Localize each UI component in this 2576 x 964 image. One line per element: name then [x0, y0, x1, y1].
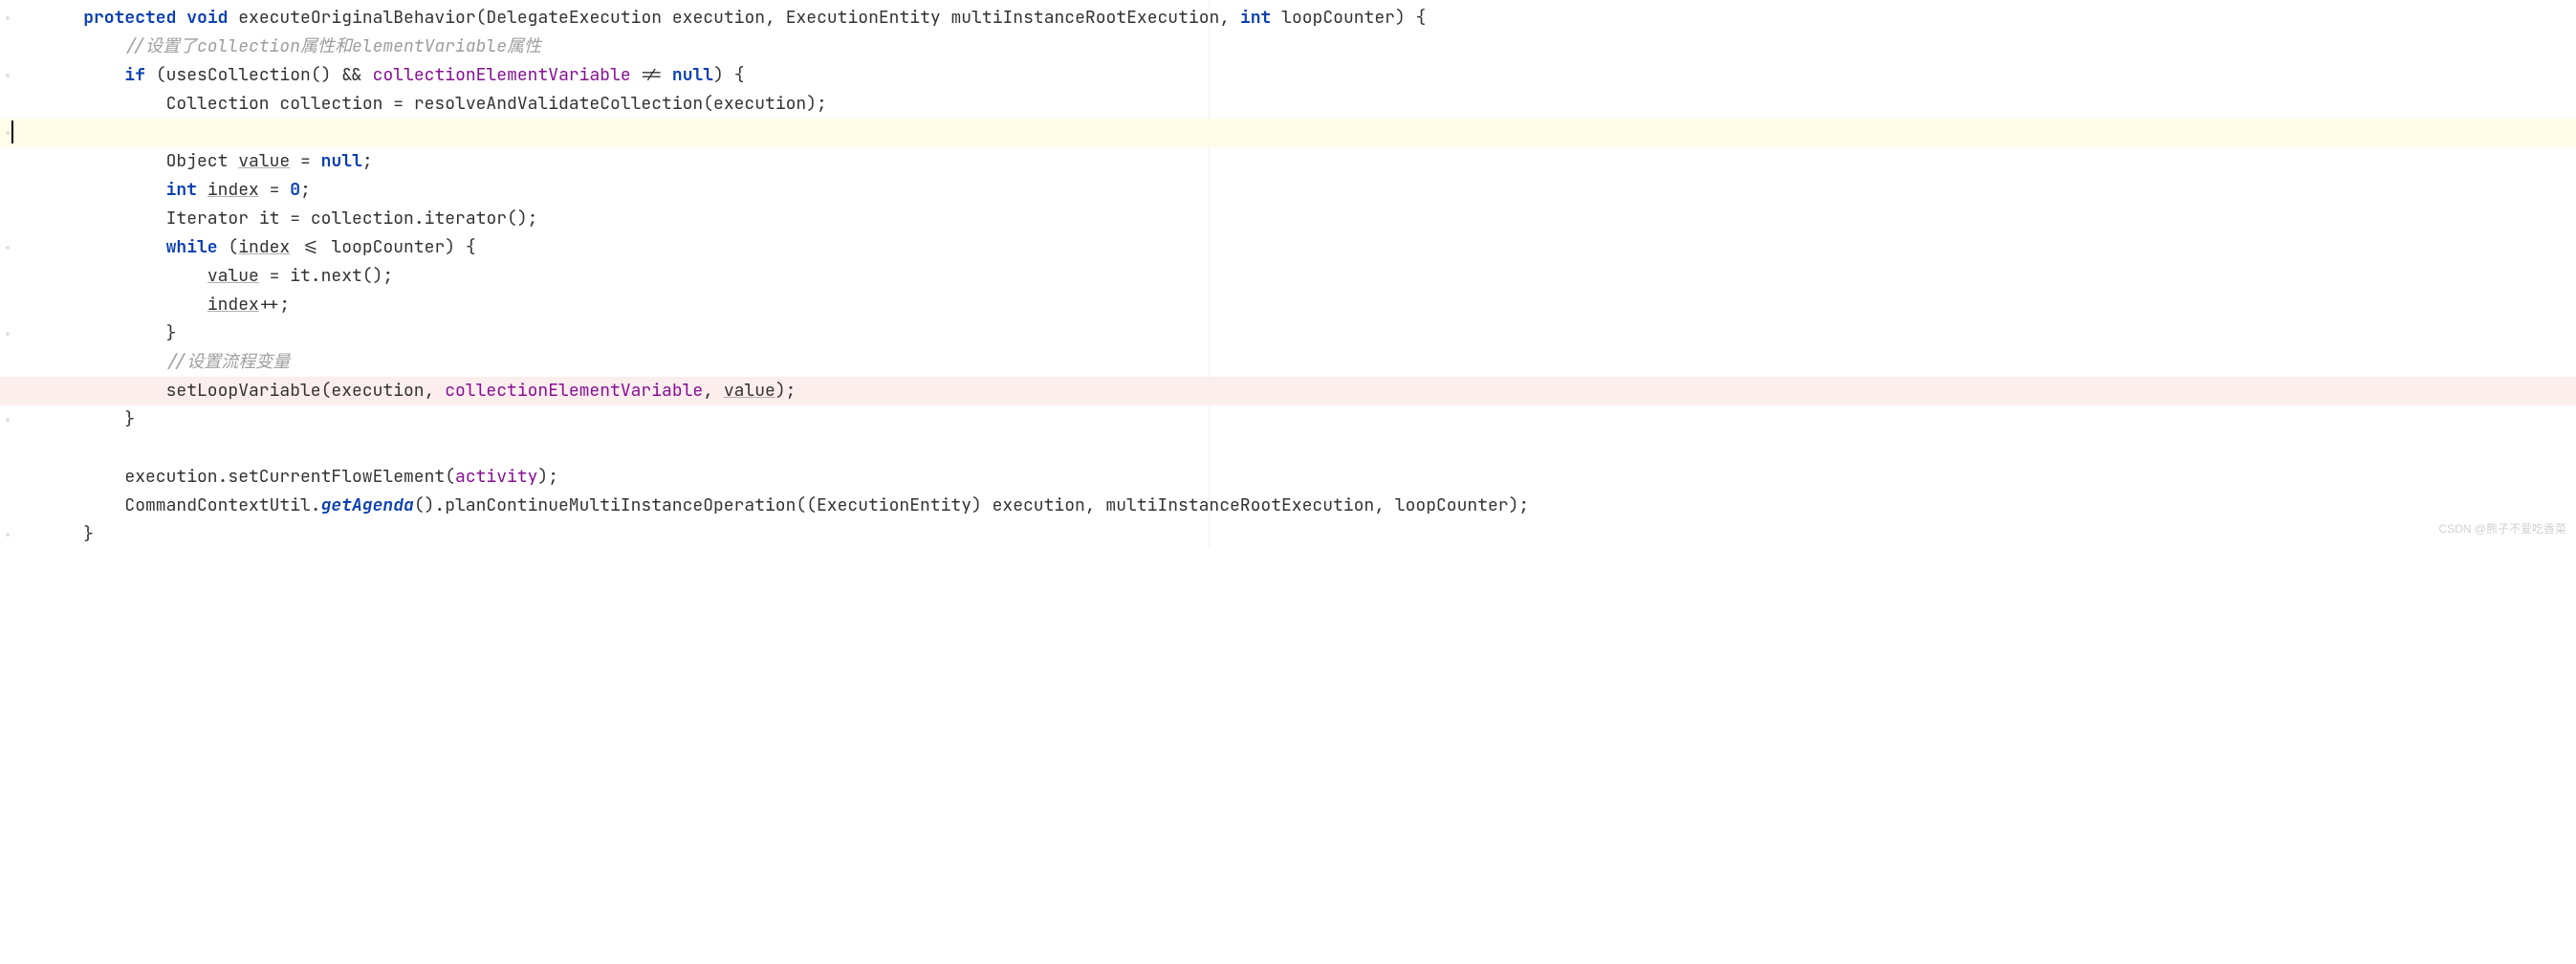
code-line-highlight: setLoopVariable(execution, collectionEle… — [0, 377, 2576, 405]
rest: <= loopCounter) { — [300, 236, 476, 258]
param-name: execution — [672, 7, 765, 29]
var-index: index — [207, 179, 259, 201]
gutter-marker — [6, 533, 10, 537]
brace: ) { — [713, 64, 744, 86]
code-line: //设置了collection属性和elementVariable属性 — [0, 33, 2576, 61]
field-collectionElementVariable: collectionElementVariable — [445, 380, 703, 402]
gutter-marker — [6, 74, 10, 77]
var-value: value — [238, 150, 290, 172]
type: Object — [166, 150, 229, 172]
semi: ; — [362, 150, 373, 172]
var-name: collection — [279, 93, 382, 115]
type: Iterator — [166, 208, 249, 230]
code-editor: protected void executeOriginalBehavior ( D… — [0, 0, 2576, 549]
gutter-marker — [6, 131, 10, 135]
code-line: } — [0, 520, 2576, 549]
keyword-void: void — [186, 7, 228, 29]
eq: = — [300, 150, 311, 172]
var-value: value — [724, 380, 775, 402]
code-line: Iterator it = collection.iterator(); — [0, 205, 2576, 233]
gutter-marker — [6, 418, 10, 422]
code-line: CommandContextUtil.getAgenda().planConti… — [0, 492, 2576, 520]
code-line: Object value = null; — [0, 147, 2576, 176]
var-index: index — [238, 236, 290, 258]
code-line: //设置流程变量 — [0, 348, 2576, 377]
open-paren: ( — [228, 236, 238, 258]
var-index: index — [207, 294, 259, 316]
field-activity: activity — [455, 466, 537, 488]
field-collectionElementVariable: collectionElementVariable — [373, 64, 631, 86]
code-line: if (usesCollection() && collectionElemen… — [0, 61, 2576, 90]
brace: } — [124, 408, 135, 430]
code-line: Collection collection = resolveAndValida… — [0, 90, 2576, 119]
param-name: loopCounter — [1281, 7, 1395, 29]
end: ); — [537, 466, 558, 488]
keyword-protected: protected — [83, 7, 176, 29]
code-line: } — [0, 319, 2576, 348]
rest: = collection.iterator(); — [290, 208, 537, 230]
gutter-marker — [6, 332, 10, 336]
code-line: execution.setCurrentFlowElement(activity… — [0, 463, 2576, 492]
keyword-null: null — [321, 150, 362, 172]
text: execution.setCurrentFlowElement( — [124, 466, 455, 488]
var-value: value — [207, 265, 259, 287]
keyword-if: if — [124, 64, 145, 86]
eq: = — [270, 179, 280, 201]
op: && — [341, 64, 362, 86]
code-line-active[interactable] — [0, 119, 2576, 147]
brace: } — [83, 523, 94, 545]
keyword-int: int — [166, 179, 197, 201]
code-line: index++; — [0, 291, 2576, 319]
keyword-while: while — [166, 236, 218, 258]
op-neq: != — [641, 64, 662, 86]
param-type: DelegateExecution — [486, 7, 662, 29]
var-it: it — [259, 208, 280, 230]
code-line — [0, 434, 2576, 463]
comma: , — [703, 380, 724, 402]
rest: ++; — [259, 294, 290, 316]
semi: ; — [300, 179, 311, 201]
rest: = it.next(); — [259, 265, 393, 287]
param-name: multiInstanceRootExecution — [951, 7, 1220, 29]
number-zero: 0 — [290, 179, 300, 201]
call: usesCollection() — [166, 64, 332, 86]
text-caret — [11, 120, 13, 143]
static-method: getAgenda — [321, 494, 414, 516]
gutter-marker — [6, 16, 10, 20]
code-line: protected void executeOriginalBehavior(D… — [0, 4, 2576, 33]
brace: } — [166, 322, 177, 344]
method-name: executeOriginalBehavior — [238, 7, 475, 29]
comment: //设置流程变量 — [166, 351, 291, 373]
type: Collection — [166, 93, 270, 115]
end: ); — [775, 380, 797, 402]
code-line: int index = 0; — [0, 176, 2576, 205]
keyword-int: int — [1240, 7, 1271, 29]
brace: ) { — [1395, 7, 1426, 29]
call: setLoopVariable(execution, — [166, 380, 446, 402]
code-line: value = it.next(); — [0, 262, 2576, 291]
rest: ().planContinueMultiInstanceOperation((E… — [414, 494, 1529, 516]
code-line: } — [0, 405, 2576, 434]
gutter-marker — [6, 246, 10, 250]
code-line: while (index <= loopCounter) { — [0, 233, 2576, 262]
keyword-null: null — [672, 64, 713, 86]
rest: = resolveAndValidateCollection(execution… — [393, 93, 827, 115]
comment: //设置了collection属性和elementVariable属性 — [124, 35, 541, 57]
watermark: CSDN @熊子不爱吃香菜 — [2438, 515, 2566, 543]
class-ref: CommandContextUtil. — [124, 494, 320, 516]
param-type: ExecutionEntity — [786, 7, 941, 29]
